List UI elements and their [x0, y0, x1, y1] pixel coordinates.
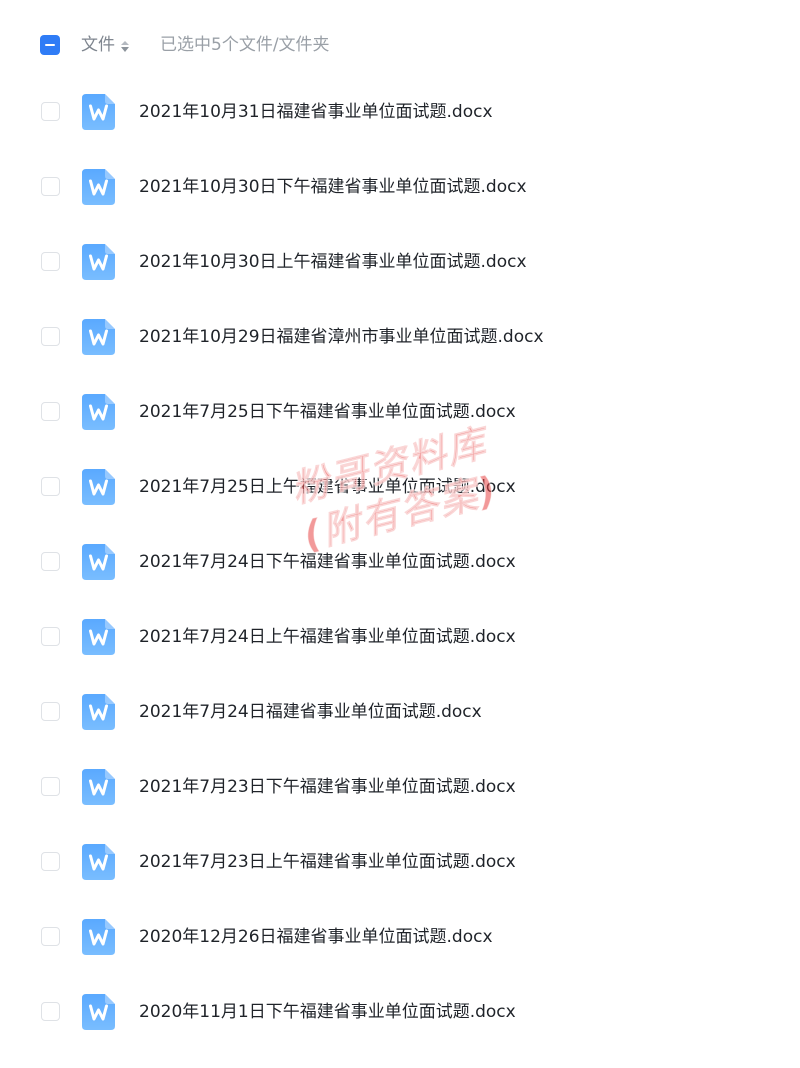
- word-document-icon: [82, 994, 115, 1030]
- file-name[interactable]: 2020年12月26日福建省事业单位面试题.docx: [139, 925, 493, 949]
- file-row-checkbox[interactable]: [41, 1002, 60, 1021]
- file-row[interactable]: 2021年7月25日上午福建省事业单位面试题.docx: [0, 450, 800, 525]
- column-header-file-label: 文件: [81, 35, 115, 55]
- file-row-checkbox[interactable]: [41, 552, 60, 571]
- file-name[interactable]: 2021年7月24日下午福建省事业单位面试题.docx: [139, 550, 516, 574]
- sort-caret-icon[interactable]: [121, 41, 129, 53]
- file-name[interactable]: 2021年10月29日福建省漳州市事业单位面试题.docx: [139, 325, 544, 349]
- file-row[interactable]: 2021年7月24日福建省事业单位面试题.docx: [0, 675, 800, 750]
- file-name[interactable]: 2021年10月31日福建省事业单位面试题.docx: [139, 100, 493, 124]
- file-row-checkbox[interactable]: [41, 402, 60, 421]
- word-document-icon: [82, 469, 115, 505]
- file-row[interactable]: 2021年7月24日上午福建省事业单位面试题.docx: [0, 600, 800, 675]
- file-name[interactable]: 2021年7月25日上午福建省事业单位面试题.docx: [139, 475, 516, 499]
- word-document-icon: [82, 319, 115, 355]
- word-document-icon: [82, 544, 115, 580]
- file-row[interactable]: 2021年10月29日福建省漳州市事业单位面试题.docx: [0, 300, 800, 375]
- file-name[interactable]: 2021年7月25日下午福建省事业单位面试题.docx: [139, 400, 516, 424]
- word-document-icon: [82, 244, 115, 280]
- file-row-checkbox[interactable]: [41, 627, 60, 646]
- file-row-checkbox[interactable]: [41, 252, 60, 271]
- file-row[interactable]: 2021年7月23日下午福建省事业单位面试题.docx: [0, 750, 800, 825]
- file-row-checkbox[interactable]: [41, 927, 60, 946]
- word-document-icon: [82, 844, 115, 880]
- file-name[interactable]: 2020年11月1日下午福建省事业单位面试题.docx: [139, 1000, 516, 1024]
- file-row-checkbox[interactable]: [41, 102, 60, 121]
- file-name[interactable]: 2021年7月23日上午福建省事业单位面试题.docx: [139, 850, 516, 874]
- file-list-header: 文件 已选中5个文件/文件夹: [0, 26, 800, 64]
- word-document-icon: [82, 919, 115, 955]
- file-row[interactable]: 2021年10月30日上午福建省事业单位面试题.docx: [0, 225, 800, 300]
- file-row-checkbox[interactable]: [41, 777, 60, 796]
- word-document-icon: [82, 94, 115, 130]
- file-row-checkbox[interactable]: [41, 852, 60, 871]
- word-document-icon: [82, 169, 115, 205]
- file-row[interactable]: 2020年11月1日下午福建省事业单位面试题.docx: [0, 975, 800, 1050]
- file-row[interactable]: 2021年10月30日下午福建省事业单位面试题.docx: [0, 150, 800, 225]
- file-row[interactable]: 2021年7月23日上午福建省事业单位面试题.docx: [0, 825, 800, 900]
- select-all-checkbox[interactable]: [40, 35, 60, 55]
- word-document-icon: [82, 769, 115, 805]
- file-row[interactable]: 2021年7月25日下午福建省事业单位面试题.docx: [0, 375, 800, 450]
- file-row[interactable]: 2020年12月26日福建省事业单位面试题.docx: [0, 900, 800, 975]
- file-row-checkbox[interactable]: [41, 702, 60, 721]
- selection-status: 已选中5个文件/文件夹: [160, 35, 330, 55]
- file-name[interactable]: 2021年10月30日上午福建省事业单位面试题.docx: [139, 250, 527, 274]
- column-header-file[interactable]: 文件: [81, 34, 129, 56]
- file-list: 2021年10月31日福建省事业单位面试题.docx 2021年10月30日下午福…: [0, 75, 800, 1050]
- word-document-icon: [82, 694, 115, 730]
- word-document-icon: [82, 619, 115, 655]
- file-name[interactable]: 2021年7月24日福建省事业单位面试题.docx: [139, 700, 482, 724]
- file-row[interactable]: 2021年7月24日下午福建省事业单位面试题.docx: [0, 525, 800, 600]
- file-row-checkbox[interactable]: [41, 177, 60, 196]
- file-row-checkbox[interactable]: [41, 477, 60, 496]
- file-row-checkbox[interactable]: [41, 327, 60, 346]
- word-document-icon: [82, 394, 115, 430]
- file-name[interactable]: 2021年7月24日上午福建省事业单位面试题.docx: [139, 625, 516, 649]
- file-name[interactable]: 2021年7月23日下午福建省事业单位面试题.docx: [139, 775, 516, 799]
- file-name[interactable]: 2021年10月30日下午福建省事业单位面试题.docx: [139, 175, 527, 199]
- file-row[interactable]: 2021年10月31日福建省事业单位面试题.docx: [0, 75, 800, 150]
